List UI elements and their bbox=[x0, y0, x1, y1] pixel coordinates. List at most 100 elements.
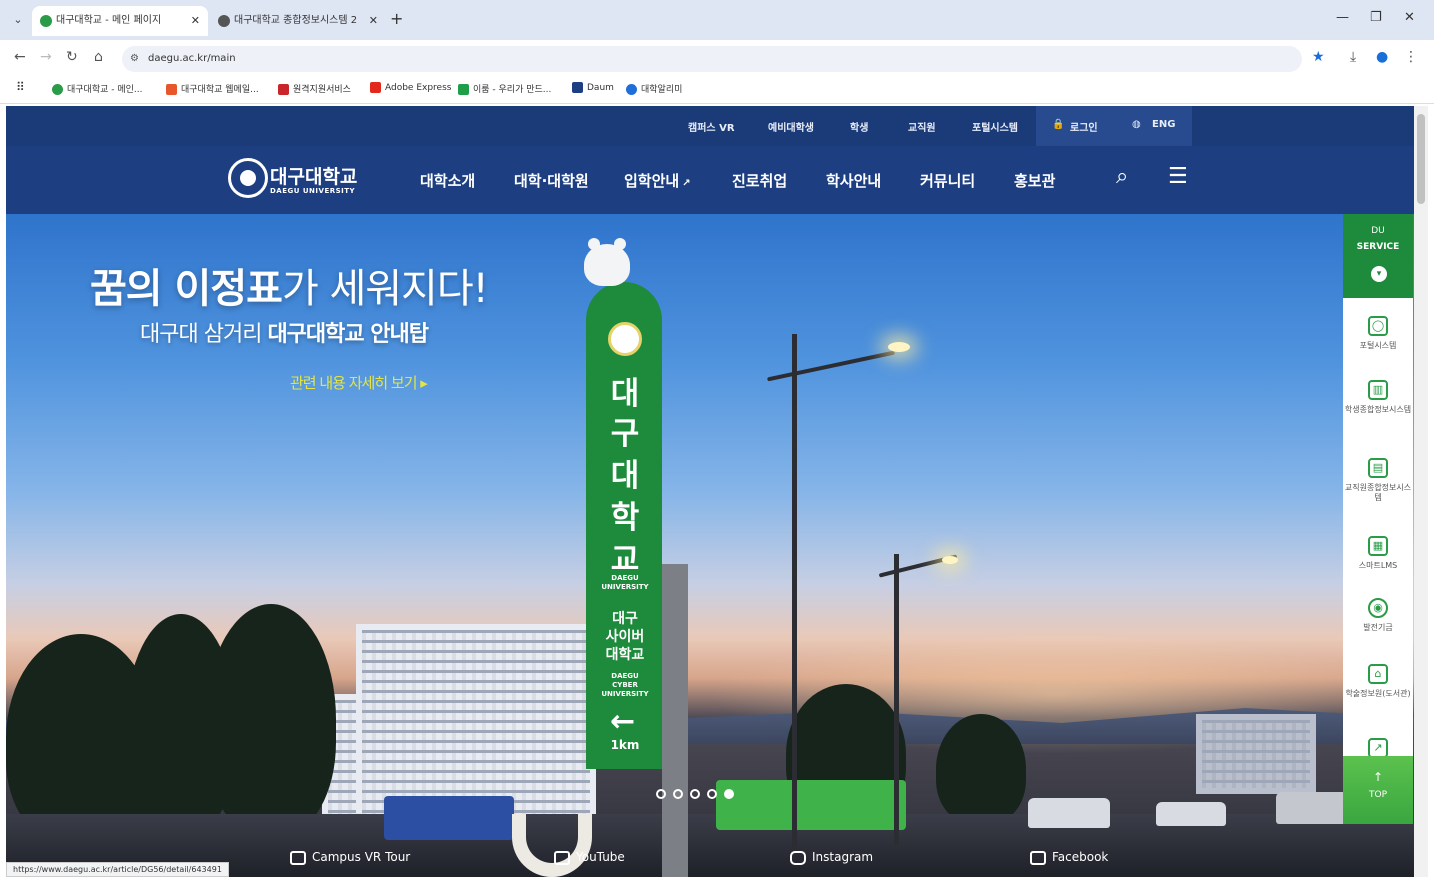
menu-community[interactable]: 커뮤니티 bbox=[920, 170, 975, 191]
util-link-portal[interactable]: 포털시스템 bbox=[972, 119, 1018, 134]
slider-dot[interactable] bbox=[656, 789, 666, 799]
external-link-icon: ↗ bbox=[682, 178, 691, 189]
quick-item-label: 스마트LMS bbox=[1358, 561, 1398, 570]
green-bus bbox=[716, 780, 906, 830]
book-icon: ▥ bbox=[1368, 380, 1388, 400]
back-icon[interactable]: ← bbox=[14, 49, 26, 65]
bookmark-item[interactable]: 이룸 - 우리가 만드... bbox=[458, 82, 551, 95]
tower-distance: 1km bbox=[610, 738, 640, 752]
mouse-icon: ◯ bbox=[1368, 316, 1388, 336]
slider-dot[interactable] bbox=[707, 789, 717, 799]
close-tab-icon[interactable]: ✕ bbox=[191, 6, 200, 36]
top-label: TOP bbox=[1368, 790, 1387, 800]
tab-inactive[interactable]: 대구대학교 종합정보시스템 2 ✕ bbox=[210, 6, 386, 36]
favicon-icon bbox=[218, 15, 230, 27]
du-service-title-1: DU bbox=[1371, 226, 1385, 236]
browser-menu-icon[interactable]: ⋮ bbox=[1404, 49, 1418, 65]
bookmarks-bar: ⠿ 대구대학교 - 메인... 대구대학교 웹메일... 원격지원서비스 Ado… bbox=[0, 76, 1434, 104]
maximize-icon[interactable]: ❐ bbox=[1370, 10, 1382, 25]
quick-item-portal[interactable]: ◯ 포털시스템 bbox=[1343, 316, 1413, 351]
tower-char: 대 bbox=[610, 376, 640, 412]
menu-about[interactable]: 대학소개 bbox=[420, 170, 475, 191]
bookmark-item[interactable]: 대학알리미 bbox=[626, 82, 682, 95]
sns-label: Instagram bbox=[812, 850, 874, 864]
quick-item-student-info[interactable]: ▥ 학생종합정보시스템 bbox=[1343, 380, 1413, 415]
bookmark-item[interactable]: 대구대학교 웹메일... bbox=[166, 82, 259, 95]
menu-career[interactable]: 진로취업 bbox=[732, 170, 787, 191]
street-lamp-light bbox=[942, 556, 958, 564]
search-icon[interactable]: ⌕ bbox=[1116, 164, 1128, 189]
minimize-icon[interactable]: — bbox=[1336, 10, 1349, 25]
tower-char: 대 bbox=[610, 458, 640, 494]
util-link-prospective[interactable]: 예비대학생 bbox=[768, 119, 814, 134]
hamburger-menu-icon[interactable]: ☰ bbox=[1168, 164, 1188, 189]
website: 캠퍼스 VR 예비대학생 학생 교직원 포털시스템 🔒 로그인 ◍ ENG 대구… bbox=[6, 106, 1414, 877]
menu-academic[interactable]: 학사안내 bbox=[826, 170, 881, 191]
quick-item-fund[interactable]: ◉ 발전기금 bbox=[1343, 598, 1413, 633]
close-tab-icon[interactable]: ✕ bbox=[369, 6, 378, 36]
util-link-vr[interactable]: 캠퍼스 VR bbox=[688, 119, 735, 134]
home-icon[interactable]: ⌂ bbox=[94, 49, 103, 65]
vr-icon bbox=[290, 850, 306, 865]
util-link-staff[interactable]: 교직원 bbox=[908, 119, 936, 134]
login-button[interactable]: 🔒 로그인 bbox=[1036, 106, 1120, 146]
tower-en-label: DAEGU bbox=[611, 672, 639, 680]
language-label: ENG bbox=[1152, 119, 1176, 130]
util-link-student[interactable]: 학생 bbox=[850, 119, 868, 134]
quick-item-label: 교직원종합정보시스템 bbox=[1344, 483, 1412, 502]
briefcase-icon: ▤ bbox=[1368, 458, 1388, 478]
bookmark-item[interactable]: Adobe Express bbox=[370, 82, 451, 93]
sns-link-instagram[interactable]: Instagram bbox=[790, 850, 873, 865]
sns-link-facebook[interactable]: Facebook bbox=[1030, 850, 1108, 865]
sns-link-youtube[interactable]: YouTube bbox=[554, 850, 625, 865]
slider-dot[interactable] bbox=[690, 789, 700, 799]
new-tab-icon[interactable]: + bbox=[390, 9, 403, 28]
bookmark-star-icon[interactable]: ★ bbox=[1312, 49, 1325, 65]
hero-title-rest: 가 세워지다! bbox=[281, 266, 489, 312]
profile-icon[interactable]: ● bbox=[1376, 49, 1388, 65]
window-close-icon[interactable]: ✕ bbox=[1404, 10, 1415, 25]
hero-subtitle-bold: 대구대학교 안내탑 bbox=[267, 322, 429, 347]
slider-dot[interactable] bbox=[673, 789, 683, 799]
tower-cyber-label: 대학교 bbox=[605, 647, 645, 663]
quick-item-more[interactable]: ↗ bbox=[1343, 738, 1413, 758]
quick-item-library[interactable]: ⌂ 학술정보원(도서관) bbox=[1343, 664, 1413, 699]
url-field[interactable]: ⚙ daegu.ac.kr/main bbox=[122, 46, 1302, 72]
bookmark-item[interactable]: Daum bbox=[572, 82, 614, 93]
tab-search-icon[interactable]: ⌄ bbox=[10, 12, 26, 28]
menu-admission[interactable]: 입학안내 ↗ bbox=[624, 170, 691, 191]
browser-tab-bar: ⌄ 대구대학교 - 메인 페이지 ✕ 대구대학교 종합정보시스템 2 ✕ + —… bbox=[0, 0, 1434, 40]
arrow-up-icon: ↑ bbox=[1372, 770, 1384, 784]
quick-item-staff-info[interactable]: ▤ 교직원종합정보시스템 bbox=[1343, 458, 1413, 503]
download-icon[interactable]: ⤓ bbox=[1350, 49, 1356, 65]
logo-subtitle: DAEGU UNIVERSITY bbox=[270, 187, 356, 195]
tab-active[interactable]: 대구대학교 - 메인 페이지 ✕ bbox=[32, 6, 208, 36]
language-button[interactable]: ◍ ENG bbox=[1120, 106, 1192, 146]
chevron-down-icon[interactable]: ▾ bbox=[1371, 266, 1387, 282]
scrollbar-thumb[interactable] bbox=[1417, 114, 1425, 204]
quick-item-lms[interactable]: ▦ 스마트LMS bbox=[1343, 536, 1413, 571]
sns-label: Campus VR Tour bbox=[312, 850, 411, 864]
site-info-icon[interactable]: ⚙ bbox=[130, 46, 139, 72]
browser-toolbar: ← → ↻ ⌂ ⚙ daegu.ac.kr/main ★ ⤓ ● ⋮ bbox=[0, 40, 1434, 76]
reload-icon[interactable]: ↻ bbox=[66, 49, 78, 65]
slider-dot-active[interactable] bbox=[724, 789, 734, 799]
forward-icon[interactable]: → bbox=[40, 49, 52, 65]
du-service-header[interactable]: DU SERVICE ▾ bbox=[1343, 214, 1413, 298]
page-scrollbar[interactable] bbox=[1414, 106, 1428, 877]
blue-bus bbox=[384, 796, 514, 840]
distant-building bbox=[1196, 714, 1316, 794]
bookmark-favicon-icon bbox=[52, 84, 63, 95]
bookmark-favicon-icon bbox=[458, 84, 469, 95]
hero-more-link[interactable]: 관련 내용 자세히 보기 ▸ bbox=[290, 372, 428, 393]
bookmark-item[interactable]: 대구대학교 - 메인... bbox=[52, 82, 143, 95]
street-lamp-light bbox=[888, 342, 910, 352]
menu-colleges[interactable]: 대학·대학원 bbox=[514, 170, 589, 191]
apps-grid-icon[interactable]: ⠿ bbox=[16, 80, 25, 94]
university-logo[interactable]: 대구대학교 DAEGU UNIVERSITY bbox=[228, 156, 368, 204]
sns-link-vr[interactable]: Campus VR Tour bbox=[290, 850, 410, 865]
menu-pr[interactable]: 홍보관 bbox=[1014, 170, 1055, 191]
bookmark-item[interactable]: 원격지원서비스 bbox=[278, 82, 351, 95]
sns-label: Facebook bbox=[1052, 850, 1109, 864]
top-button[interactable]: ↑ TOP bbox=[1343, 756, 1413, 824]
